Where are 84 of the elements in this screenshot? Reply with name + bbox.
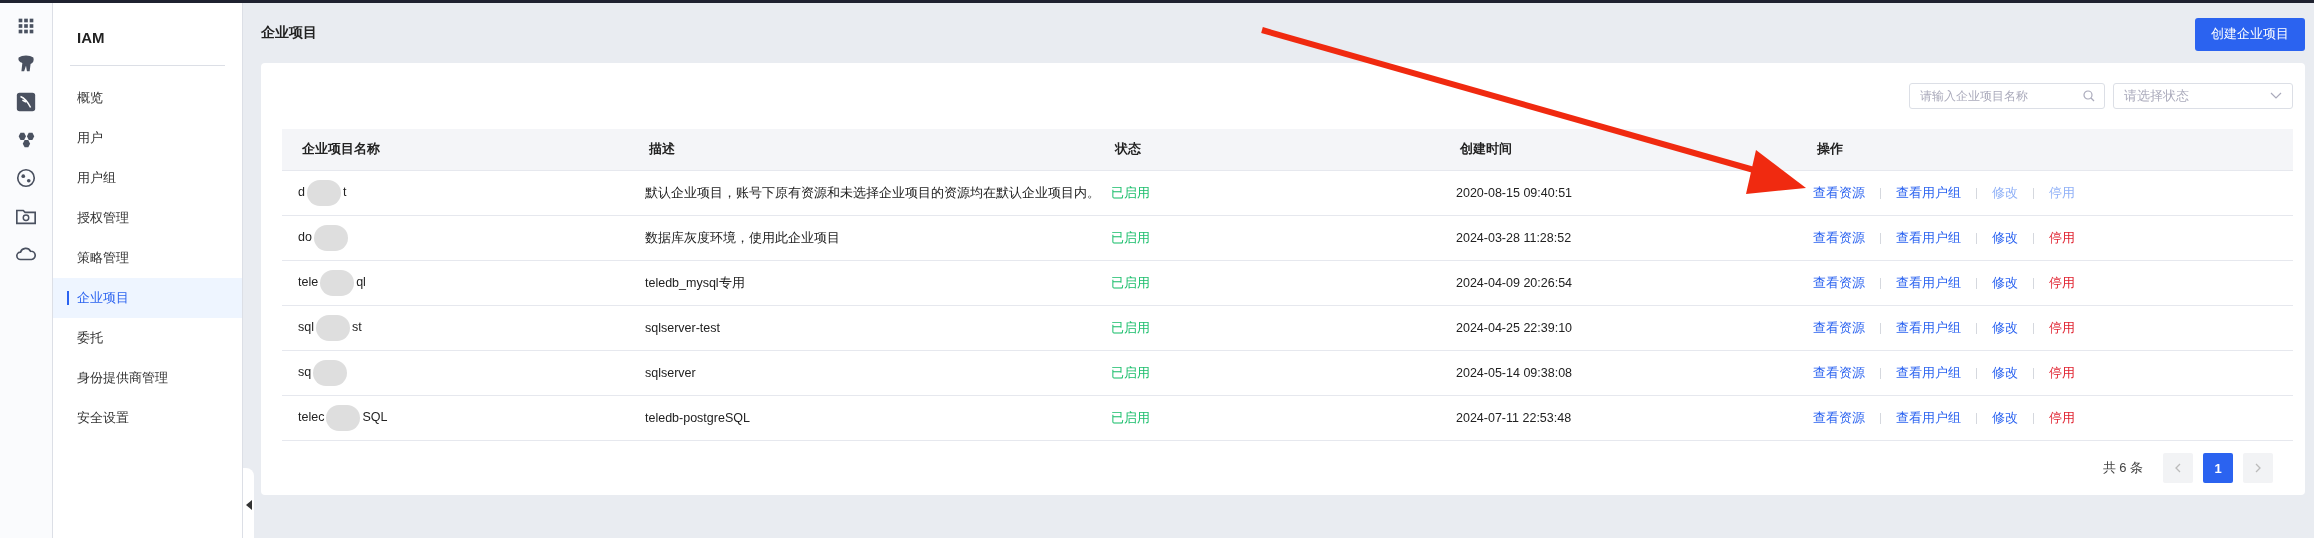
redaction-mark [313,225,348,251]
action-link[interactable]: 查看资源 [1813,274,1865,292]
name-text: t [342,185,347,200]
action-link[interactable]: 查看资源 [1813,319,1865,337]
chevron-down-icon [2270,92,2282,100]
total-count: 共 6 条 [2102,459,2143,477]
table-cell-text: 默认企业项目，账号下原有资源和未选择企业项目的资源均在默认企业项目内。 [644,184,1095,202]
table-cell-text: sqlserver-test [644,321,722,335]
table-cell-text: teledb_mysql专用 [644,274,746,292]
action-link[interactable]: 查看资源 [1813,364,1865,382]
redaction-mark [320,270,355,296]
action-link[interactable]: 修改 [1992,409,2018,427]
orbit-icon[interactable] [15,167,37,189]
action-link[interactable]: 查看用户组 [1896,364,1961,382]
sidebar-item[interactable]: 授权管理 [53,198,242,238]
redaction-mark [316,315,350,341]
sidebar-item[interactable]: 用户组 [53,158,242,198]
column-header: 描述 [648,141,676,158]
status-text: 已启用 [1110,319,1151,337]
sidebar-item[interactable]: 策略管理 [53,238,242,278]
name-text: d [298,185,305,200]
name-text: sql [298,320,314,335]
name-text: telec [298,410,325,425]
sidebar-title: IAM [76,28,106,48]
column-header: 状态 [1113,141,1142,158]
status-text: 已启用 [1110,364,1151,382]
caret-left-icon [245,499,252,510]
table-cell-text: 2024-04-09 20:26:54 [1455,276,1574,290]
table-cell-text: sqlserver [644,366,697,380]
action-link[interactable]: 修改 [1992,229,2018,247]
table-cell-text: teledb-postgreSQL [644,411,751,425]
action-link[interactable]: 停用 [2049,229,2075,247]
sidebar-item[interactable]: 概览 [53,78,242,118]
column-header: 创建时间 [1459,141,1513,158]
name-text: st [352,320,362,335]
search-icon [2083,90,2095,102]
collapse-tab[interactable] [243,468,254,538]
action-link[interactable]: 停用 [2049,319,2075,337]
action-link[interactable]: 修改 [1992,274,2018,292]
name-text: SQL [362,410,388,425]
action-link[interactable]: 查看用户组 [1896,229,1961,247]
redaction-mark [313,360,348,386]
name-text: do [298,230,312,245]
action-link[interactable]: 修改 [1992,319,2018,337]
column-header: 操作 [1816,141,1844,158]
chevron-right-icon [2254,463,2262,473]
action-link[interactable]: 查看资源 [1813,409,1865,427]
chevron-left-icon [2174,463,2182,473]
sidebar-item[interactable]: 委托 [53,318,242,358]
action-link[interactable]: 查看用户组 [1896,409,1961,427]
name-text: ql [356,275,366,290]
action-link[interactable]: 停用 [2049,364,2075,382]
create-button[interactable]: 创建企业项目 [2195,17,2305,51]
sidebar-item[interactable]: 企业项目 [53,278,242,318]
action-link[interactable]: 查看资源 [1813,229,1865,247]
page-title: 企业项目 [261,24,317,42]
page-button[interactable]: 1 [2203,453,2233,483]
redaction-mark [326,405,361,431]
table-cell-text: 2024-03-28 11:28:52 [1455,231,1573,245]
table-cell-text: 2024-04-25 22:39:10 [1455,321,1574,335]
redaction-mark [306,180,341,206]
sidebar-item[interactable]: 身份提供商管理 [53,358,242,398]
table-cell-text: 2024-07-11 22:53:48 [1455,411,1573,425]
status-text: 已启用 [1110,184,1151,202]
column-header: 企业项目名称 [301,141,381,158]
action-link[interactable]: 查看用户组 [1896,184,1961,202]
table-cell-text: 2024-05-14 09:38:08 [1455,366,1574,380]
sidebar-item[interactable]: 安全设置 [53,398,242,438]
action-link[interactable]: 修改 [1992,364,2018,382]
name-text: sq [298,365,312,380]
action-link[interactable]: 停用 [2049,274,2075,292]
table-cell-text: 数据库灰度环境，使用此企业项目 [644,229,841,247]
sidebar-item[interactable]: 用户 [53,118,242,158]
status-text: 已启用 [1110,409,1151,427]
action-link[interactable]: 查看用户组 [1896,274,1961,292]
table-cell-text: 2020-08-15 09:40:51 [1455,186,1574,200]
status-text: 已启用 [1110,229,1151,247]
action-link[interactable]: 停用 [2049,409,2075,427]
search-field[interactable]: 请输入企业项目名称 [1909,83,2105,109]
database-icon[interactable] [15,91,37,113]
action-link[interactable]: 查看用户组 [1896,319,1961,337]
status-text: 已启用 [1110,274,1151,292]
action-link[interactable]: 查看资源 [1813,184,1865,202]
name-text: tele [298,275,319,290]
